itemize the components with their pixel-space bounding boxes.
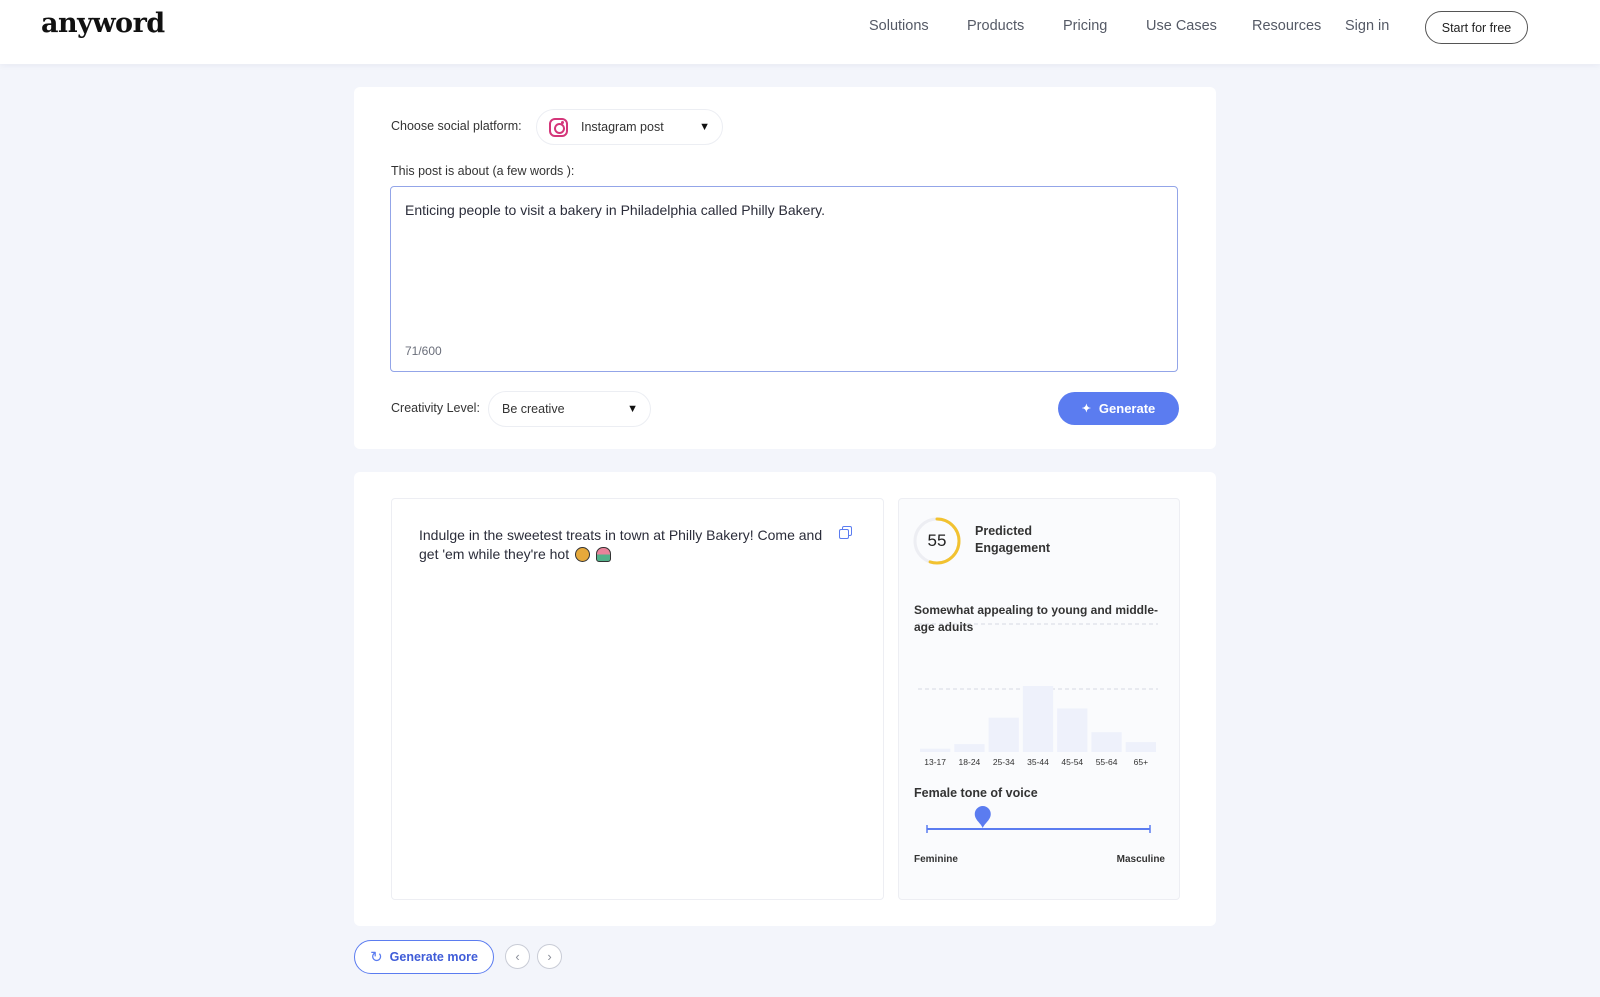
age-bar-chart: 13-17 18-24 25-34 35-44 45-54 55-64 65+: [918, 623, 1158, 767]
char-count: 71/600: [405, 344, 442, 358]
sign-in-link[interactable]: Sign in: [1345, 18, 1389, 34]
bar-18-24: [954, 744, 985, 752]
bar-25-34: [988, 717, 1019, 752]
tone-label: Female tone of voice: [914, 786, 1038, 800]
generate-more-label: Generate more: [389, 950, 478, 964]
start-for-free-button[interactable]: Start for free: [1425, 11, 1528, 44]
tick-label-55-64: 55-64: [1096, 757, 1118, 767]
post-about-textarea[interactable]: Enticing people to visit a bakery in Phi…: [390, 186, 1178, 372]
result-text: Indulge in the sweetest treats in town a…: [419, 527, 823, 562]
generate-button[interactable]: ✦ Generate: [1058, 392, 1179, 425]
tick-label-35-44: 35-44: [1027, 757, 1049, 767]
result-text-block: Indulge in the sweetest treats in town a…: [419, 526, 829, 564]
chevron-left-icon: ‹: [515, 949, 520, 964]
engagement-score: 55: [927, 531, 947, 550]
platform-dropdown[interactable]: Instagram post ▼: [536, 109, 723, 145]
feminine-label: Feminine: [914, 854, 958, 865]
copy-icon[interactable]: [839, 526, 852, 539]
predicted-label-line1: Predicted: [975, 524, 1032, 538]
nav-use-cases[interactable]: Use Cases: [1146, 18, 1217, 34]
tick-label-45-54: 45-54: [1061, 757, 1083, 767]
predicted-engagement-label: Predicted Engagement: [975, 523, 1050, 557]
generate-more-button[interactable]: ↻ Generate more: [354, 940, 494, 974]
platform-value: Instagram post: [581, 120, 664, 134]
masculine-label: Masculine: [1116, 854, 1165, 865]
results-card: Indulge in the sweetest treats in town a…: [354, 472, 1216, 926]
bar-65+: [1125, 742, 1156, 752]
bar-55-64: [1091, 732, 1122, 752]
next-button[interactable]: ›: [537, 944, 562, 969]
input-card: Choose social platform: Instagram post ▼…: [354, 87, 1216, 449]
chevron-right-icon: ›: [547, 949, 552, 964]
generate-button-label: Generate: [1098, 401, 1156, 416]
top-header: anyword Solutions Products Pricing Use C…: [0, 0, 1600, 64]
refresh-icon: ↻: [370, 949, 383, 966]
bar-45-54: [1057, 708, 1088, 752]
tick-label-13-17: 13-17: [924, 757, 946, 767]
nav-products[interactable]: Products: [967, 18, 1024, 34]
chevron-down-icon: ▼: [699, 121, 710, 133]
post-about-text[interactable]: Enticing people to visit a bakery in Phi…: [405, 202, 825, 218]
nav-pricing[interactable]: Pricing: [1063, 18, 1107, 34]
tone-marker-icon: [974, 806, 991, 828]
creativity-value: Be creative: [502, 402, 565, 416]
sparkle-icon: ✦: [1081, 403, 1091, 415]
predicted-label-line2: Engagement: [975, 541, 1051, 555]
cookie-emoji-icon: [574, 547, 590, 562]
tick-label-18-24: 18-24: [959, 757, 981, 767]
tick-label-25-34: 25-34: [993, 757, 1015, 767]
bar-35-44: [1022, 686, 1054, 752]
bar-13-17: [920, 748, 951, 752]
chevron-down-icon: ▼: [627, 403, 638, 415]
tick-label-65+: 65+: [1134, 757, 1148, 767]
nav-solutions[interactable]: Solutions: [869, 18, 929, 34]
cupcake-emoji-icon: [595, 547, 611, 562]
result-panel: Indulge in the sweetest treats in town a…: [391, 498, 884, 900]
instagram-icon: [549, 118, 568, 137]
tone-slider: [926, 806, 1151, 833]
anyword-logo[interactable]: anyword: [41, 8, 165, 39]
nav-resources[interactable]: Resources: [1252, 18, 1321, 34]
platform-label: Choose social platform:: [391, 119, 522, 133]
engagement-panel: 55 Predicted Engagement Somewhat appeali…: [898, 498, 1180, 900]
creativity-label: Creativity Level:: [391, 401, 480, 415]
previous-button[interactable]: ‹: [505, 944, 530, 969]
creativity-dropdown[interactable]: Be creative ▼: [488, 391, 651, 427]
about-label: This post is about (a few words ):: [391, 164, 575, 178]
